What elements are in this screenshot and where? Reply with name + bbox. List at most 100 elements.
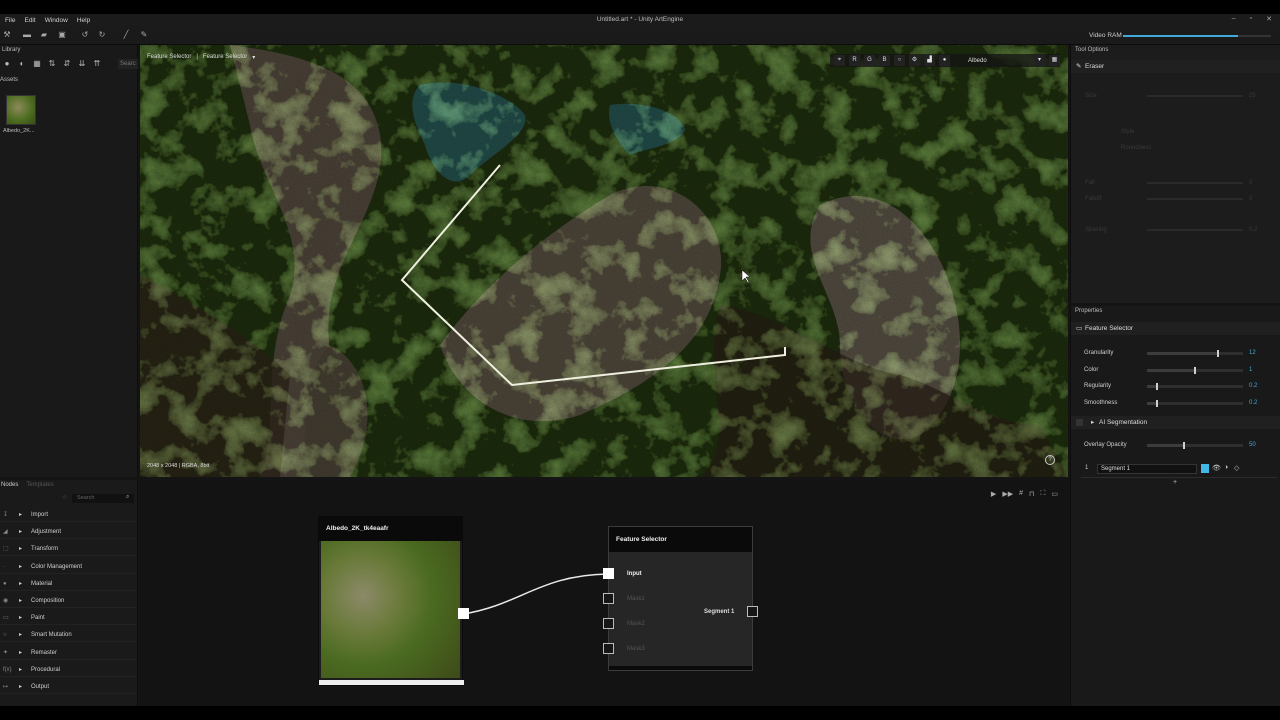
input-port[interactable] (603, 568, 614, 579)
chevron-right-icon[interactable]: ▸ (19, 594, 22, 608)
albedo-node-footer (319, 680, 464, 685)
grid-icon[interactable]: ▦ (32, 59, 42, 69)
save-icon[interactable]: ▣ (58, 31, 66, 39)
search-icon[interactable]: ⌕ (126, 494, 129, 501)
chevron-right-icon[interactable]: ▸ (19, 611, 22, 625)
viewport[interactable]: Feature Selector | Feature Selector ▾ ⌖ … (140, 45, 1068, 477)
overlay-opacity-knob[interactable] (1182, 442, 1185, 449)
ai-segmentation-checkbox[interactable] (1076, 419, 1083, 426)
node-search-input[interactable]: Search (72, 494, 134, 503)
ai-segmentation-header[interactable]: ▸ AI Segmentation (1071, 416, 1280, 429)
mask3-port[interactable] (603, 643, 614, 654)
maximize-button[interactable]: ▫ (1250, 15, 1252, 23)
favorite-icon[interactable]: ☆ (62, 494, 67, 501)
channel-select[interactable]: Albedo (964, 56, 1024, 66)
chevron-right-icon[interactable]: ▸ (19, 663, 22, 677)
channel-b-button[interactable]: B (879, 55, 890, 66)
filter-icon[interactable]: ⇵ (62, 59, 72, 69)
invert-icon[interactable]: ◑ (1224, 464, 1228, 471)
library-search-input[interactable]: Searc (118, 59, 138, 69)
property-slider-knob[interactable] (1155, 383, 1158, 390)
histogram-icon[interactable]: ▟ (924, 55, 935, 66)
chevron-right-icon[interactable]: ▸ (19, 560, 22, 574)
segment-output-port[interactable] (747, 606, 758, 617)
new-file-icon[interactable]: ▬ (23, 31, 31, 39)
chevron-down-icon[interactable]: ▾ (252, 54, 255, 61)
property-slider[interactable] (1147, 383, 1243, 390)
node-category-smart-mutation[interactable]: ○ ▸ Smart Mutation (0, 628, 136, 643)
letterbox-top (0, 0, 1280, 14)
node-graph[interactable]: ▶ ▶▶ # ⊓ ⛶ ▭ Albedo_2K_tk4eaafr Feature … (140, 480, 1068, 706)
node-category-import[interactable]: ↧ ▸ Import (0, 508, 136, 522)
property-slider[interactable] (1147, 367, 1243, 374)
sort-desc-icon[interactable]: ⇊ (77, 59, 87, 69)
mask1-port[interactable] (603, 593, 614, 604)
node-category-color-management[interactable]: · ▸ Color Management (0, 560, 136, 574)
help-icon[interactable]: ? (1045, 455, 1055, 465)
tool-option-label: Spacing (1085, 227, 1107, 233)
segment-color-swatch[interactable] (1201, 464, 1209, 473)
spacing-slider[interactable] (1147, 229, 1243, 231)
asset-thumbnail[interactable] (6, 95, 36, 125)
pen-icon[interactable]: ✎ (140, 31, 148, 39)
chevron-right-icon[interactable]: ▸ (19, 542, 22, 556)
property-slider-knob[interactable] (1217, 350, 1220, 357)
overlay-opacity-slider[interactable] (1147, 442, 1243, 449)
property-slider-knob[interactable] (1194, 367, 1197, 374)
falloff-slider[interactable] (1147, 198, 1243, 200)
chevron-right-icon[interactable]: ▸ (19, 646, 22, 660)
chevron-right-icon[interactable]: ▸ (19, 525, 22, 539)
add-segment-button[interactable]: + (1173, 479, 1177, 486)
sphere-preview-icon[interactable]: ● (939, 55, 950, 66)
close-button[interactable]: ✕ (1266, 15, 1272, 23)
node-category-adjustment[interactable]: ◢ ▸ Adjustment (0, 525, 136, 540)
minimize-button[interactable]: – (1232, 15, 1236, 23)
settings-icon[interactable]: ⚙ (909, 55, 920, 66)
grid-view-icon[interactable]: ▦ (1049, 55, 1060, 66)
redo-icon[interactable]: ↻ (98, 31, 106, 39)
segment-row[interactable]: 1 Segment 1 👁 ◑ ◇ (1081, 464, 1257, 474)
node-category-composition[interactable]: ◉ ▸ Composition (0, 594, 136, 608)
brush-icon[interactable]: ╱ (122, 31, 130, 39)
property-slider[interactable] (1147, 350, 1243, 357)
node-category-remaster[interactable]: ✦ ▸ Remaster (0, 646, 136, 660)
tab-templates[interactable]: Templates (26, 480, 53, 491)
property-slider[interactable] (1147, 400, 1243, 407)
node-category-paint[interactable]: ▭ ▸ Paint (0, 611, 136, 626)
vram-label: Video RAM (1089, 32, 1122, 39)
albedo-node[interactable]: Albedo_2K_tk4eaafr (318, 516, 464, 686)
eraser-mask-icon[interactable]: ◇ (1234, 464, 1239, 472)
fall-slider[interactable] (1147, 182, 1243, 184)
chevron-right-icon[interactable]: ▸ (19, 508, 22, 522)
eye-icon[interactable]: 👁 (1212, 464, 1221, 472)
node-category-transform[interactable]: ⬚ ▸ Transform (0, 542, 136, 557)
chevron-right-icon[interactable]: ▸ (19, 628, 22, 642)
chevron-right-icon[interactable]: ▸ (1091, 416, 1094, 429)
sort-asc-icon[interactable]: ⇈ (92, 59, 102, 69)
channel-g-button[interactable]: G (864, 55, 875, 66)
chevron-right-icon[interactable]: ▸ (19, 680, 22, 694)
undo-icon[interactable]: ↺ (81, 31, 89, 39)
breadcrumb-item[interactable]: Feature Selector (147, 54, 191, 61)
tab-nodes[interactable]: Nodes (1, 480, 18, 491)
sphere-icon[interactable]: ● (2, 59, 12, 69)
mask2-port[interactable] (603, 618, 614, 629)
open-folder-icon[interactable]: ▰ (40, 31, 48, 39)
material-icon[interactable]: ◐ (17, 59, 27, 69)
channel-r-button[interactable]: R (849, 55, 860, 66)
size-slider[interactable] (1147, 95, 1243, 97)
sort-icon[interactable]: ⇅ (47, 59, 57, 69)
node-category-output[interactable]: ↦ ▸ Output (0, 680, 136, 694)
chevron-right-icon[interactable]: ▸ (19, 577, 22, 591)
segment-name-input[interactable]: Segment 1 (1097, 464, 1197, 474)
feature-selector-node[interactable]: Feature Selector Input Mask1 Mask2 Mask3… (608, 526, 753, 671)
alpha-icon[interactable]: ○ (894, 55, 905, 66)
tools-icon[interactable]: ⚒ (3, 31, 11, 39)
property-slider-knob[interactable] (1155, 400, 1158, 407)
node-category-material[interactable]: ● ▸ Material (0, 577, 136, 591)
node-category-procedural[interactable]: f(x) ▸ Procedural (0, 663, 136, 677)
breadcrumb-item[interactable]: Feature Selector (203, 54, 247, 61)
chevron-down-icon[interactable]: ▾ (1034, 55, 1045, 66)
pin-icon[interactable]: ⌖ (834, 55, 845, 66)
albedo-output-port[interactable] (458, 608, 469, 619)
